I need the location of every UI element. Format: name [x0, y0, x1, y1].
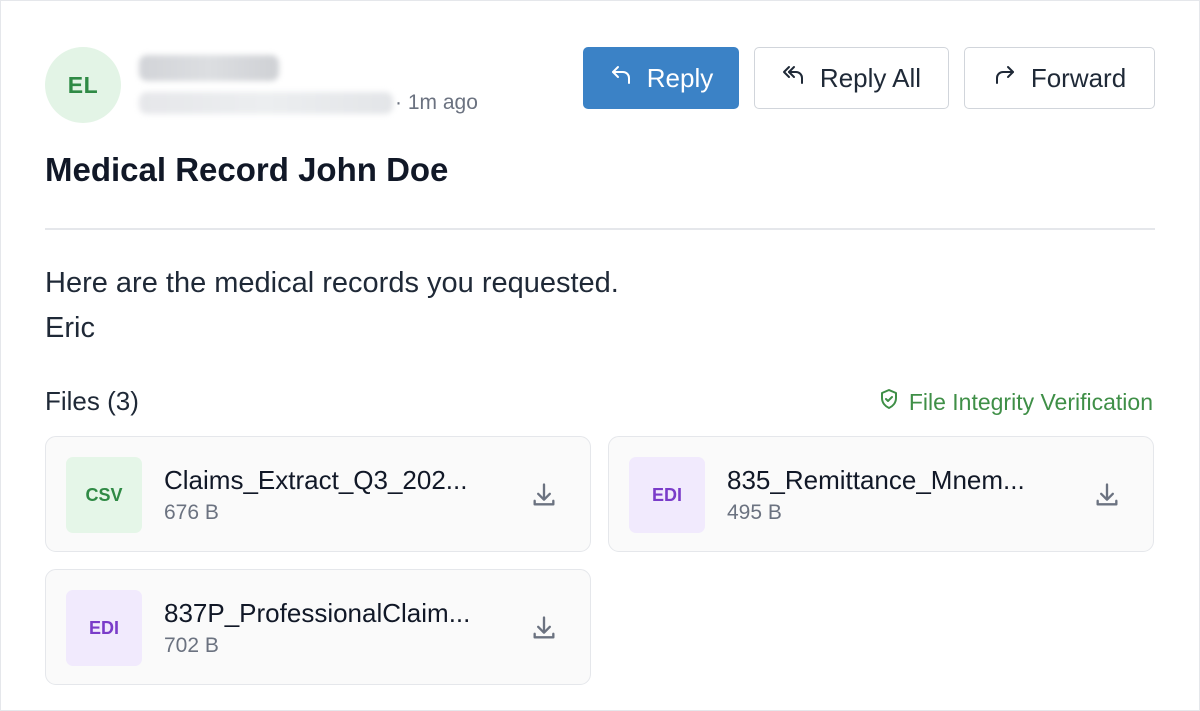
reply-all-button[interactable]: Reply All — [754, 47, 949, 109]
email-view: EL · 1m ago Reply Reply All Forward Medi… — [0, 0, 1200, 711]
forward-button-label: Forward — [1030, 62, 1127, 93]
email-subject: Medical Record John Doe — [45, 151, 449, 188]
file-integrity-label: File Integrity Verification — [908, 388, 1153, 415]
file-size: 676 B — [164, 501, 219, 524]
file-integrity-verification-link[interactable]: File Integrity Verification — [877, 387, 1153, 417]
file-card[interactable]: EDI 837P_ProfessionalClaim... 702 B — [45, 569, 591, 685]
file-card[interactable]: CSV Claims_Extract_Q3_202... 676 B — [45, 436, 591, 552]
email-body-line: Here are the medical records you request… — [45, 267, 619, 299]
file-card[interactable]: EDI 835_Remittance_Mnem... 495 B — [608, 436, 1154, 552]
file-type-badge: EDI — [66, 590, 142, 666]
sender-name-redacted — [139, 55, 279, 81]
file-type-badge: EDI — [629, 457, 705, 533]
file-size: 702 B — [164, 634, 219, 657]
email-body-signature: Eric — [45, 312, 95, 344]
reply-button[interactable]: Reply — [583, 47, 739, 109]
reply-arrow-icon — [609, 63, 633, 94]
divider — [45, 228, 1155, 230]
files-heading: Files (3) — [45, 386, 139, 416]
avatar: EL — [45, 47, 121, 123]
shield-check-icon — [877, 387, 901, 417]
file-name: 835_Remittance_Mnem... — [727, 465, 1025, 495]
file-name: Claims_Extract_Q3_202... — [164, 465, 468, 495]
download-icon[interactable] — [530, 614, 558, 642]
sender-email-redacted — [139, 92, 393, 114]
file-type-badge: CSV — [66, 457, 142, 533]
download-icon[interactable] — [530, 481, 558, 509]
forward-arrow-icon — [993, 63, 1017, 94]
timestamp: · 1m ago — [395, 91, 478, 114]
reply-all-arrow-icon — [782, 63, 806, 94]
reply-all-button-label: Reply All — [819, 62, 922, 93]
file-size: 495 B — [727, 501, 782, 524]
forward-button[interactable]: Forward — [964, 47, 1155, 109]
file-name: 837P_ProfessionalClaim... — [164, 598, 471, 628]
reply-button-label: Reply — [646, 62, 714, 93]
download-icon[interactable] — [1093, 481, 1121, 509]
